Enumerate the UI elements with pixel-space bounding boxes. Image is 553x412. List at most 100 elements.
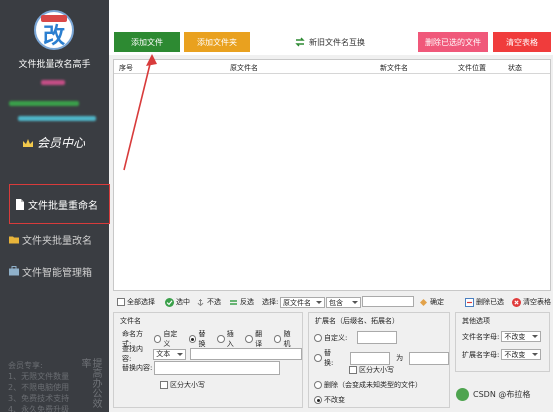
ext-case-row[interactable]: 区分大小写	[349, 365, 396, 375]
watermark: CSDN @布拉格	[456, 386, 546, 402]
confirm-button[interactable]: 确定	[419, 297, 444, 307]
filename-case-select[interactable]: 不改变	[501, 331, 542, 342]
ext-custom-input[interactable]	[357, 331, 398, 344]
find-type-select[interactable]: 文本	[153, 348, 187, 360]
ext-custom-radio[interactable]: 自定义:	[314, 333, 347, 343]
ext-delete-radio[interactable]: 删除（会变成未知类型的文件）	[314, 380, 422, 390]
other-options-title: 其他选项	[462, 317, 490, 325]
radio[interactable]	[216, 335, 225, 343]
delete-selected-files-button[interactable]: 删除已选的文件	[418, 32, 488, 52]
radio[interactable]	[188, 335, 197, 343]
file-table[interactable]: 序号 原文件名 新文件名 文件位置 状态	[113, 59, 551, 291]
radio[interactable]	[314, 333, 322, 342]
find-type-value: 文本	[156, 350, 171, 358]
delete-selected-button[interactable]: 删除已选	[465, 297, 504, 307]
column-header-status[interactable]: 状态	[508, 63, 522, 73]
find-input[interactable]	[190, 348, 302, 360]
swap-names-button[interactable]: 新旧文件名互换	[295, 32, 365, 52]
checkbox[interactable]	[349, 366, 357, 374]
ext-custom-label: 自定义:	[324, 333, 348, 342]
add-folder-button[interactable]: 添加文件夹	[184, 32, 250, 52]
replace-label: 替换内容:	[122, 364, 153, 372]
radio[interactable]	[314, 396, 322, 404]
promo-line: 1、无限文件数量	[8, 372, 70, 381]
promo-line: 3、免费技术支持	[8, 394, 70, 403]
account-status-blurred	[9, 101, 79, 106]
swap-names-label: 新旧文件名互换	[309, 37, 365, 47]
vip-center-button[interactable]: 会员中心	[22, 134, 92, 150]
ext-replace-label: 替换:	[323, 349, 334, 367]
nav-file-batch-rename[interactable]: 文件批量重命名	[9, 184, 110, 224]
column-header-index[interactable]: 序号	[119, 63, 133, 73]
select-label: 选中	[176, 298, 190, 306]
nav-item-label: 文件智能管理箱	[22, 267, 92, 279]
column-header-original-name[interactable]: 原文件名	[230, 63, 258, 73]
other-options-panel: 其他选项 文件名字母: 不改变 扩展名字母: 不改变	[455, 312, 550, 372]
invert-icon	[230, 299, 237, 305]
ext-case-select[interactable]: 不改变	[501, 349, 542, 360]
sidebar: 改 文件批量改名高手 会员中心 文件批量重命名 文件夹批量改名 文件智能管理箱 …	[0, 0, 110, 412]
ext-keep-row: 不改变	[314, 395, 350, 405]
radio[interactable]	[273, 335, 282, 343]
crown-icon	[23, 139, 33, 147]
clear-table-small-button[interactable]: 清空表格	[512, 297, 551, 307]
radio[interactable]	[314, 381, 322, 389]
nav-item-label: 文件夹批量改名	[22, 235, 92, 247]
folder-icon	[9, 236, 19, 243]
add-file-button[interactable]: 添加文件	[114, 32, 180, 52]
ext-keep-label: 不改变	[324, 396, 345, 404]
delete-selected-label: 删除已选	[476, 298, 504, 306]
confirm-icon	[420, 298, 427, 306]
select-all-checkbox[interactable]: 全部选择	[117, 297, 155, 307]
filename-case-row[interactable]: 区分大小写	[160, 380, 207, 390]
check-circle-icon	[165, 297, 174, 307]
replace-input[interactable]	[154, 361, 281, 375]
swap-icon	[295, 37, 305, 47]
ext-replace-to-label: 为	[396, 354, 404, 362]
select-button[interactable]: 选中	[165, 297, 190, 307]
file-icon	[16, 198, 24, 210]
radio[interactable]	[245, 335, 254, 343]
field-select[interactable]: 原文件名	[280, 297, 325, 308]
ext-keep-radio[interactable]: 不改变	[314, 395, 345, 405]
invert-label: 反选	[240, 298, 254, 306]
column-header-location[interactable]: 文件位置	[458, 63, 486, 73]
ext-replace-from-input[interactable]	[350, 351, 391, 365]
app-logo: 改	[34, 10, 74, 50]
ext-delete-row: 删除（会变成未知类型的文件）	[314, 380, 427, 390]
checkbox[interactable]	[117, 298, 125, 306]
ext-case-sensitive-label: 区分大小写	[359, 366, 394, 374]
invert-selection-button[interactable]: 反选	[229, 297, 254, 307]
filename-panel-title: 文件名	[120, 317, 141, 325]
case-sensitive-label: 区分大小写	[170, 381, 205, 389]
anchor-icon	[197, 298, 204, 306]
close-circle-icon	[512, 297, 521, 307]
chevron-down-icon	[177, 352, 184, 356]
nav-smart-file-manager[interactable]: 文件智能管理箱	[9, 261, 109, 281]
radio[interactable]	[314, 354, 322, 362]
promo-line: 4、永久免费升级	[8, 405, 70, 412]
select-text-input[interactable]	[362, 296, 414, 307]
nav-folder-batch-rename[interactable]: 文件夹批量改名	[9, 229, 109, 249]
extension-panel-title: 扩展名（后缀名、拓展名）	[315, 317, 399, 325]
account-name-blurred	[41, 80, 65, 85]
selection-bar: 全部选择 选中 不选 反选 选择: 原文件名 包含 确定 删除已选 清空表格	[113, 294, 553, 312]
extension-panel: 扩展名（后缀名、拓展名） 自定义: 替换: 为 区分大小写 删除（会变成未知类型…	[308, 312, 450, 408]
radio[interactable]	[153, 335, 162, 343]
match-select[interactable]: 包含	[326, 297, 361, 308]
checkbox[interactable]	[160, 381, 168, 389]
ext-replace-to-input[interactable]	[409, 351, 449, 365]
deselect-button[interactable]: 不选	[196, 297, 221, 307]
ext-replace-radio[interactable]: 替换:	[314, 348, 340, 368]
logo-glyph: 改	[42, 23, 65, 49]
vip-benefits: 会员专享: 1、无限文件数量 2、不限电脑使用 3、免费技术支持 4、永久免费升…	[8, 360, 84, 412]
clear-table-button[interactable]: 清空表格	[493, 32, 551, 52]
table-header: 序号 原文件名 新文件名 文件位置 状态	[114, 60, 550, 74]
app-title: 文件批量改名高手	[18, 60, 91, 70]
chevron-down-icon	[316, 301, 322, 304]
ext-case-label: 扩展名字母:	[462, 350, 500, 359]
chevron-down-icon	[532, 335, 539, 338]
csdn-logo-icon	[456, 387, 469, 401]
column-header-new-name[interactable]: 新文件名	[380, 63, 408, 73]
filename-case-option: 文件名字母: 不改变	[462, 331, 542, 342]
